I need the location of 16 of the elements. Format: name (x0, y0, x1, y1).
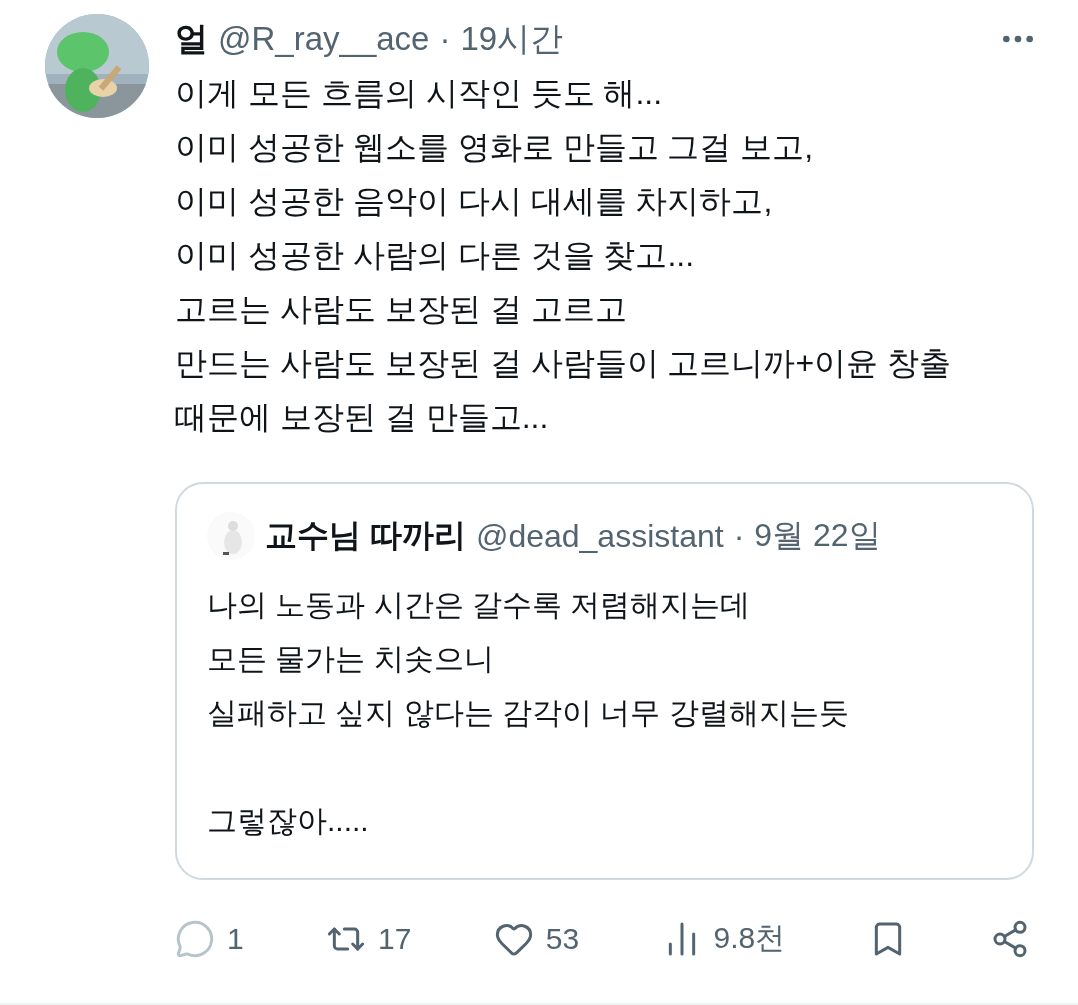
separator: · (439, 20, 451, 58)
display-name[interactable]: 교수님 따까리 (265, 514, 466, 558)
views-button[interactable]: 9.8천 (661, 918, 786, 959)
quoted-tweet[interactable]: 교수님 따까리 @dead_assistant · 9월 22일 나의 노동과 시간은 갈수록 저렴해지는데 모든 물가는 치솟으니 실패하고 싶지 않다는 감각이 너무 강렬해지는듯 그렇잖아..... (175, 482, 1034, 880)
retweet-button[interactable]: 17 (326, 918, 412, 959)
separator: · (733, 517, 745, 555)
speech-bubble-icon (175, 918, 215, 959)
timestamp[interactable]: 9월 22일 (754, 514, 881, 558)
user-handle[interactable]: @R_ray__ace (218, 20, 430, 58)
user-handle[interactable]: @dead_assistant (475, 517, 724, 555)
like-button[interactable]: 53 (493, 918, 580, 959)
display-name[interactable]: 얼 (175, 16, 208, 62)
reply-button[interactable]: 1 (175, 918, 244, 959)
quoted-text: 나의 노동과 시간은 갈수록 저렴해지는데 모든 물가는 치솟으니 실패하고 싶지 않다는 감각이 너무 강렬해지는듯 그렇잖아..... (207, 587, 850, 839)
timestamp[interactable]: 19시간 (460, 16, 564, 62)
tweet-text: 이게 모든 흐름의 시작인 듯도 해... 이미 성공한 웹소를 영화로 만들고 그걸 보고, 이미 성공한 음악이 다시 대세를 차지하고, 이미 성공한 사람의 다른 것을 찾고... 고르는 사람도 보장된 걸 고르고 만드는 사람도 보장된 걸 사람들이 고르니까+이윤 창출 때문에 보장된 걸 만들고... (175, 74, 953, 437)
